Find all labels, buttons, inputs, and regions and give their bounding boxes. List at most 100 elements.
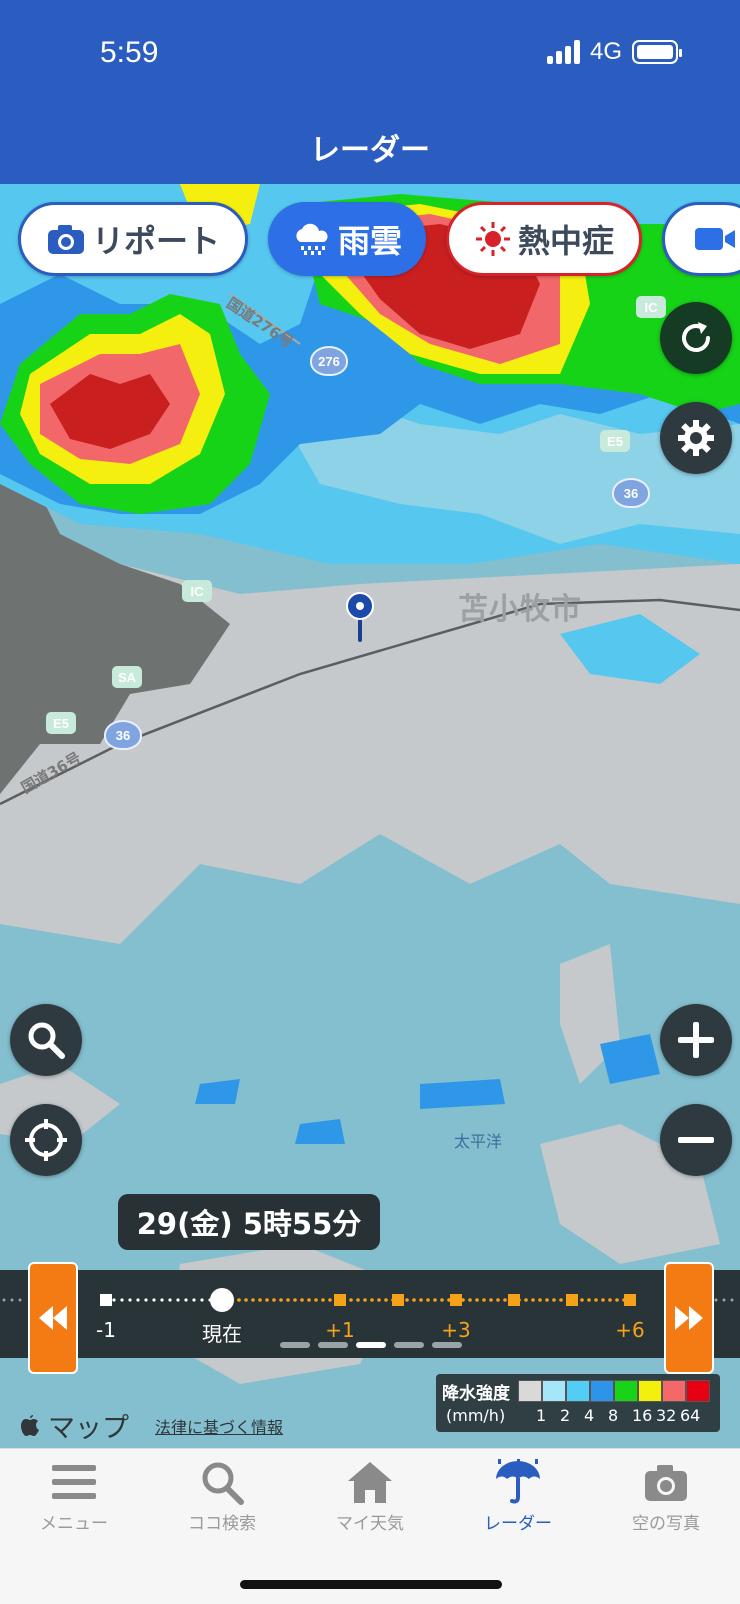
timeline-dot <box>552 1298 556 1302</box>
menu-icon <box>52 1465 96 1499</box>
timeline-dot <box>321 1298 325 1302</box>
chip-video[interactable] <box>662 202 740 276</box>
timeline-dot <box>384 1298 388 1302</box>
search-map-button[interactable] <box>10 1004 82 1076</box>
status-time: 5:59 <box>100 36 159 69</box>
timeline-marker-past[interactable] <box>100 1294 112 1306</box>
legend-swatch <box>590 1380 614 1402</box>
timeline-dot <box>538 1298 542 1302</box>
refresh-icon <box>682 322 710 352</box>
legend-value: 64 <box>680 1406 701 1425</box>
sa-badge: SA <box>112 666 142 688</box>
timeline-track[interactable] <box>0 1270 740 1314</box>
legend-values: 1 2 4 8 16 32 64 <box>536 1406 704 1425</box>
timeline-dot <box>2 1298 6 1302</box>
sea-label: 太平洋 <box>454 1132 503 1151</box>
route-badge-36: 36 <box>612 478 650 508</box>
timeline-dot <box>524 1298 528 1302</box>
chip-report[interactable]: リポート <box>18 202 248 276</box>
ic-badge-west: IC <box>182 580 212 602</box>
timeline-dot <box>482 1298 486 1302</box>
city-label: 苫小牧市 <box>458 592 582 627</box>
timeline-dot <box>307 1298 311 1302</box>
timeline-knob[interactable] <box>210 1288 234 1312</box>
timeline-dot <box>272 1298 276 1302</box>
signal-icon <box>546 40 580 64</box>
tab-menu[interactable]: メニュー <box>0 1459 148 1534</box>
apple-logo-icon <box>21 1414 39 1436</box>
timeline-dot <box>496 1298 500 1302</box>
legend-swatch <box>662 1380 686 1402</box>
maps-attribution: マップ 法律に基づく情報 <box>20 1406 283 1445</box>
timeline-dot <box>314 1298 318 1302</box>
timeline-dot <box>405 1298 409 1302</box>
timeline-dot <box>160 1298 164 1302</box>
zoom-in-button[interactable] <box>660 1004 732 1076</box>
chip-heat-label: 熱中症 <box>517 222 614 260</box>
timeline-dot <box>184 1298 188 1302</box>
timeline-label-now: 現在 <box>202 1322 242 1346</box>
tab-radar[interactable]: レーダー <box>444 1459 592 1534</box>
refresh-button[interactable] <box>660 302 732 374</box>
timeline-dot <box>419 1298 423 1302</box>
timeline-dot <box>601 1298 605 1302</box>
tab-menu-label: メニュー <box>40 1514 108 1534</box>
legend-swatch <box>638 1380 662 1402</box>
timeline-marker-future[interactable] <box>334 1294 346 1306</box>
timeline-dot <box>279 1298 283 1302</box>
legend-swatch <box>566 1380 590 1402</box>
current-location-button[interactable] <box>10 1104 82 1176</box>
legal-link[interactable]: 法律に基づく情報 <box>155 1414 283 1438</box>
timeline-marker-future[interactable] <box>566 1294 578 1306</box>
minus-icon <box>678 1137 714 1143</box>
tab-my-weather-label: マイ天気 <box>336 1514 404 1534</box>
timeline-dot <box>349 1298 353 1302</box>
video-icon <box>695 228 735 250</box>
timeline-dot <box>730 1298 734 1302</box>
timeline-dot <box>426 1298 430 1302</box>
timeline-dot <box>377 1298 381 1302</box>
tab-search[interactable]: ココ検索 <box>148 1459 296 1534</box>
timeline-dot <box>200 1298 204 1302</box>
timeline-dot <box>176 1298 180 1302</box>
rain-cloud-icon <box>296 223 328 255</box>
radar-map-layer <box>0 184 740 1448</box>
timeline-dot <box>608 1298 612 1302</box>
legend-unit: (mm/h) <box>446 1406 506 1425</box>
zoom-out-button[interactable] <box>660 1104 732 1176</box>
search-icon <box>28 1022 65 1059</box>
gear-icon <box>678 420 714 456</box>
timeline-dot <box>580 1298 584 1302</box>
timeline-dot <box>433 1298 437 1302</box>
settings-button[interactable] <box>660 402 732 474</box>
plus-icon <box>678 1022 714 1058</box>
timeline-dot <box>258 1298 262 1302</box>
timeline-dot <box>489 1298 493 1302</box>
timeline-dot <box>475 1298 479 1302</box>
timeline-marker-future[interactable] <box>450 1294 462 1306</box>
e5-badge: E5 <box>600 430 630 452</box>
timeline-dot <box>120 1298 124 1302</box>
home-icon <box>348 1462 392 1503</box>
radar-map[interactable]: 国道276号 国道36号 276 36 36 IC IC E5 E5 SA 苫小… <box>0 184 740 1448</box>
legend-swatch <box>542 1380 566 1402</box>
tab-search-label: ココ検索 <box>188 1514 256 1534</box>
timeline-label-plus6: +6 <box>615 1318 645 1342</box>
tab-my-weather[interactable]: マイ天気 <box>296 1459 444 1534</box>
status-bar: 5:59 4G <box>0 0 740 110</box>
timeline-dot <box>265 1298 269 1302</box>
maps-name: マップ <box>48 1413 129 1444</box>
timeline-dot <box>328 1298 332 1302</box>
timeline-dot <box>128 1298 132 1302</box>
tab-sky-photos[interactable]: 空の写真 <box>592 1459 740 1534</box>
timeline-dot <box>18 1298 22 1302</box>
timeline-marker-future[interactable] <box>392 1294 404 1306</box>
timeline-marker-future[interactable] <box>624 1294 636 1306</box>
timeline-dot <box>168 1298 172 1302</box>
timeline-dot <box>594 1298 598 1302</box>
tab-sky-photos-label: 空の写真 <box>632 1514 700 1534</box>
chip-heat[interactable]: 熱中症 <box>446 202 642 276</box>
chip-rain[interactable]: 雨雲 <box>268 202 426 276</box>
legend-swatches <box>518 1380 710 1402</box>
timeline-marker-future[interactable] <box>508 1294 520 1306</box>
